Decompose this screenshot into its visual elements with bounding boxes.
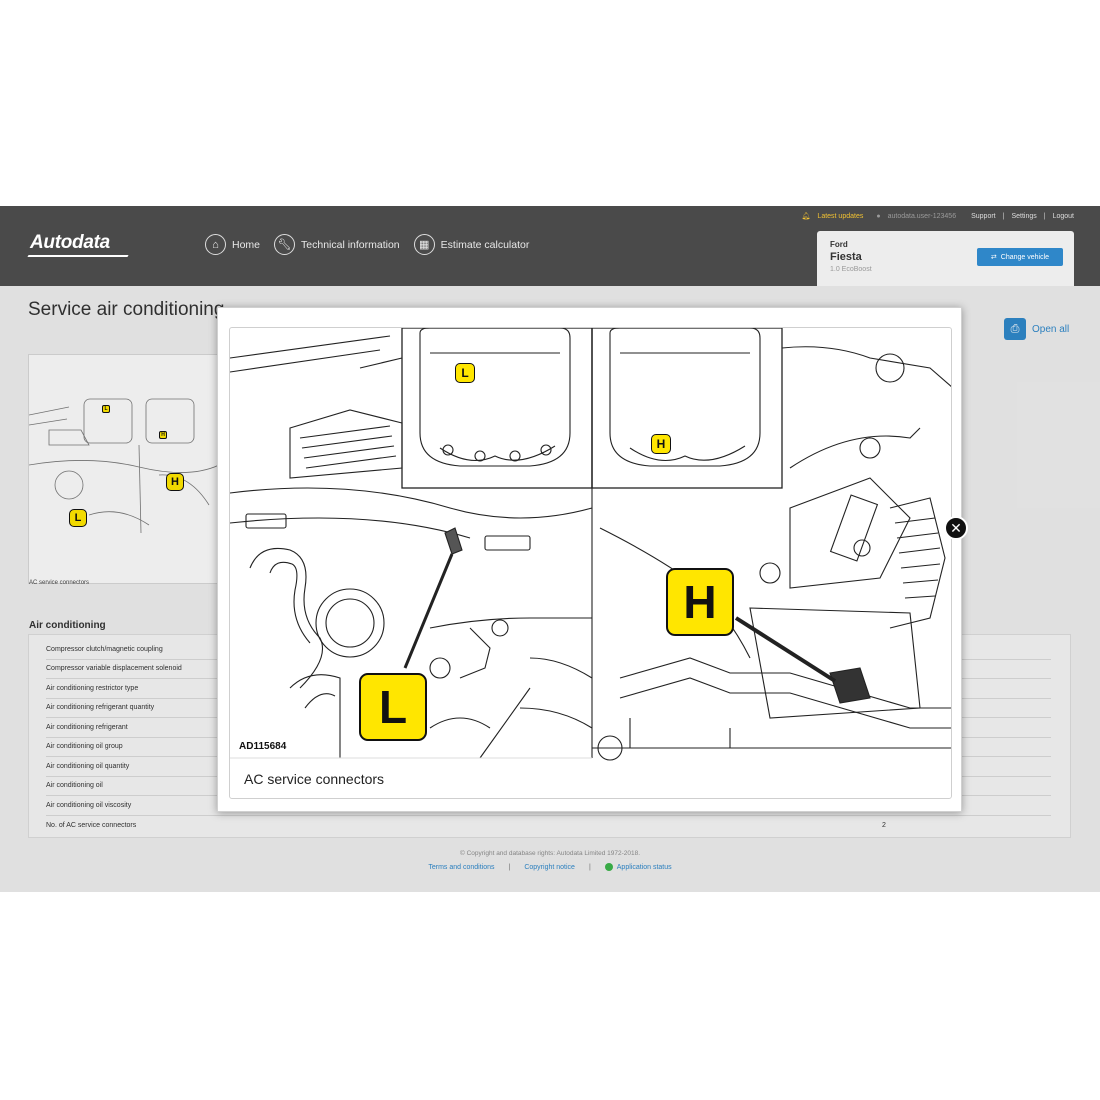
vehicle-model: Fiesta [830, 251, 862, 263]
user-icon: ● [876, 212, 881, 220]
home-icon: ⌂ [205, 234, 226, 255]
close-lightbox-button[interactable]: ✕ [944, 516, 968, 540]
close-icon: ✕ [950, 519, 962, 536]
nav-estimate-calculator[interactable]: ▦ Estimate calculator [413, 234, 530, 255]
logo-swoosh [27, 255, 129, 257]
nav-home-label: Home [232, 238, 261, 251]
vehicle-panel: Ford Fiesta 1.0 EcoBoost ⇄ Change vehicl… [817, 231, 1074, 289]
logout-link[interactable]: Logout [1053, 213, 1074, 220]
tag-high-small: H [651, 434, 671, 454]
autodata-logo[interactable]: Autodata [30, 232, 110, 254]
wrench-icon: 🔧︎ [274, 234, 296, 255]
vehicle-engine: 1.0 EcoBoost [830, 266, 872, 273]
settings-link[interactable]: Settings [1011, 213, 1036, 220]
tag-high-large: H [666, 568, 734, 636]
latest-updates-link[interactable]: Latest updates [817, 213, 863, 220]
change-vehicle-button[interactable]: ⇄ Change vehicle [977, 248, 1063, 266]
top-utility-bar: 🔔︎ Latest updates ● autodata.user-123456… [801, 212, 1074, 221]
bell-icon: 🔔︎ [801, 213, 811, 220]
image-lightbox: L H L H AD115684 AC service connectors [217, 307, 962, 812]
app-root: Autodata 🔔︎ Latest updates ● autodata.us… [0, 206, 1100, 892]
figure-code: AD115684 [239, 741, 287, 752]
support-link[interactable]: Support [971, 213, 996, 220]
swap-arrows-icon: ⇄ [990, 254, 997, 261]
main-nav: ⌂ Home 🔧︎ Technical information ▦ Estima… [205, 234, 529, 255]
nav-technical-information[interactable]: 🔧︎ Technical information [274, 234, 400, 255]
change-vehicle-label: Change vehicle [1000, 253, 1050, 261]
header: Autodata 🔔︎ Latest updates ● autodata.us… [0, 206, 1100, 289]
vehicle-make: Ford [830, 240, 848, 249]
ac-connectors-diagram [230, 328, 951, 761]
nav-home[interactable]: ⌂ Home [205, 234, 260, 255]
separator: | [1002, 212, 1005, 220]
separator: | [1043, 212, 1046, 220]
figure-frame: L H L H AD115684 AC service connectors [229, 327, 952, 799]
calculator-icon: ▦ [413, 234, 435, 255]
tag-low-small: L [455, 363, 475, 383]
figure-caption: AC service connectors [244, 771, 385, 787]
user-account-link[interactable]: autodata.user-123456 [888, 213, 957, 220]
nav-estimate-calculator-label: Estimate calculator [440, 238, 530, 251]
nav-technical-information-label: Technical information [301, 238, 400, 251]
tag-low-large: L [359, 673, 427, 741]
